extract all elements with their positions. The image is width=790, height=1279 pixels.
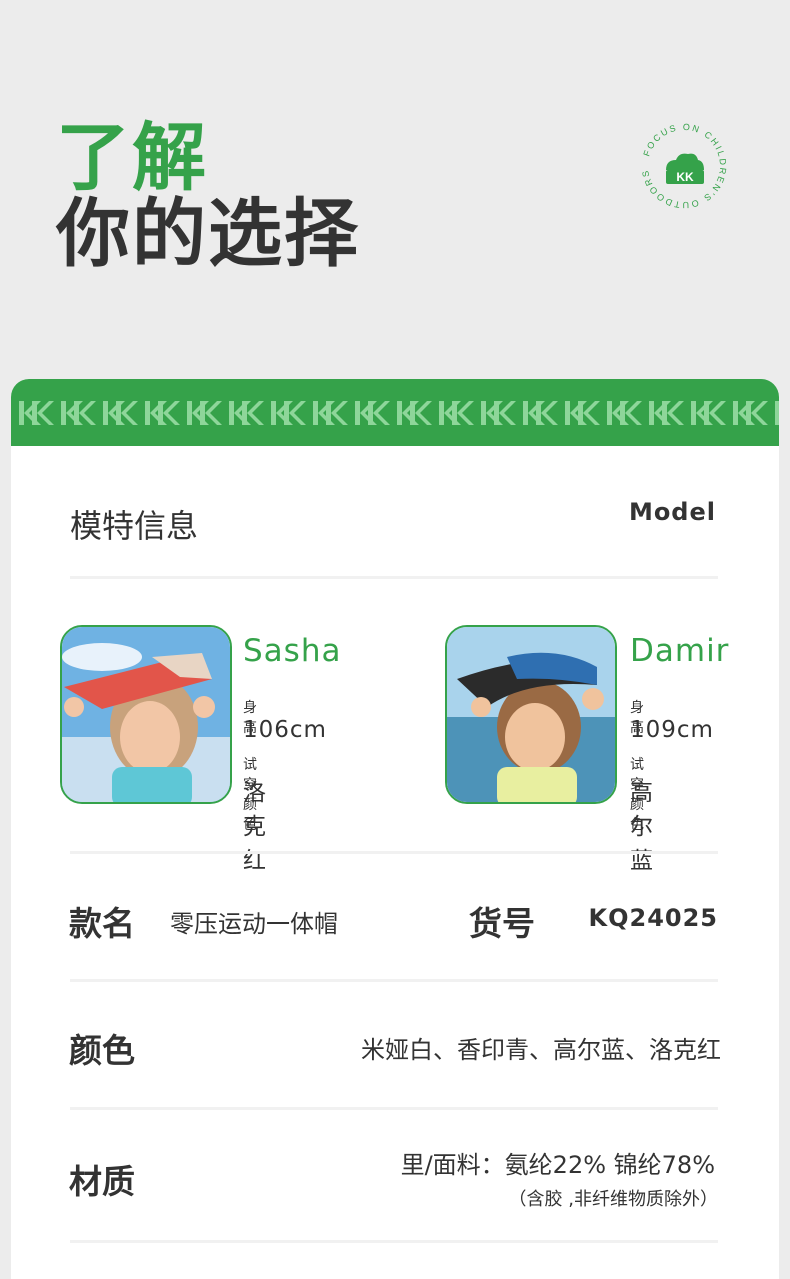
hero-title-line2: 你的选择 (56, 191, 360, 277)
cloud-logo-icon: KK (666, 153, 704, 184)
sku-label: 货号 (469, 904, 535, 943)
hero-title-line1: 了解 (56, 115, 208, 201)
model-height-value: 106cm (243, 717, 327, 743)
product-name-label: 款名 (69, 904, 135, 943)
divider (70, 979, 718, 982)
color-label: 颜色 (69, 1031, 135, 1070)
model-name-damir: Damir (630, 633, 730, 669)
model-height-value: 109cm (630, 717, 714, 743)
model-color-value: 洛克红 (243, 780, 267, 874)
model-photo-damir (445, 625, 617, 804)
material-label: 材质 (69, 1162, 135, 1201)
brand-badge: FOCUS ON CHILDREN'S OUTDOORS KK (636, 118, 732, 214)
model-photo-sasha (60, 625, 232, 804)
model-color-value: 高尔蓝 (630, 780, 654, 874)
model-section-title: 模特信息 (70, 507, 199, 545)
sku-value: KQ24025 (588, 904, 718, 932)
divider (70, 576, 718, 579)
divider (70, 1107, 718, 1110)
divider (70, 851, 718, 854)
kk-pattern-icon (19, 401, 779, 425)
divider (70, 1240, 718, 1243)
info-card: 模特信息 Model Sasha 身高 106cm 试穿颜色 洛克红 Damir… (11, 379, 779, 1279)
model-name-sasha: Sasha (243, 633, 342, 669)
badge-logo-text: KK (676, 170, 694, 184)
card-header-band (11, 379, 779, 446)
color-value: 米娅白、香印青、高尔蓝、洛克红 (361, 1036, 721, 1064)
model-section-label-en: Model (628, 498, 716, 526)
material-note: （含胶 ,非纤维物质除外） (508, 1189, 718, 1210)
material-value: 里/面料：氨纶22% 锦纶78% (400, 1151, 715, 1179)
product-name-value: 零压运动一体帽 (170, 910, 338, 938)
